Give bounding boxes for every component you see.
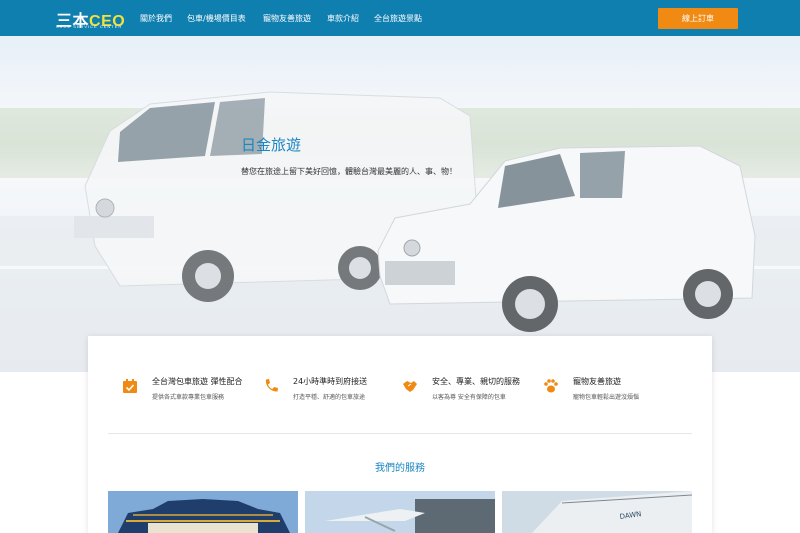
service-card-image-cruise[interactable]: DAWN xyxy=(502,491,692,533)
feature-desc: 以客為尊 安全有保障的包車 xyxy=(432,394,506,401)
hero-vans-image xyxy=(0,36,800,372)
temple-photo xyxy=(108,491,298,533)
feature-desc: 寵物包車輕鬆出遊沒煩惱 xyxy=(573,394,640,401)
feature-desc: 提供各式車款專業包車服務 xyxy=(152,394,225,401)
online-booking-button[interactable]: 線上訂車 xyxy=(658,8,738,29)
nav-item-attractions[interactable]: 全台旅遊景點 xyxy=(374,13,422,24)
section-divider xyxy=(108,433,692,434)
service-card-image-airport[interactable] xyxy=(305,491,495,533)
nav-item-pet-travel[interactable]: 寵物友善旅遊 xyxy=(263,13,311,24)
feature-desc: 打造平穩、舒適的包車旅途 xyxy=(293,394,366,401)
services-heading: 我們的服務 xyxy=(375,463,425,474)
nav-item-about[interactable]: 關於我們 xyxy=(140,13,172,24)
airport-photo xyxy=(305,491,495,533)
handshake-icon xyxy=(403,381,417,392)
calendar-check-icon xyxy=(123,379,137,393)
hero-title: 日金旅遊 xyxy=(241,136,302,154)
feature-title: 寵物友善旅遊 xyxy=(573,377,621,386)
hero-subtitle: 替您在旅途上留下美好回憶，體驗台灣最美麗的人、事、物！ xyxy=(241,167,457,176)
cruise-photo: DAWN xyxy=(502,491,692,533)
top-header: 三本CEO SRCE SERVICE CENTER 關於我們 包車/機場價目表 … xyxy=(0,0,800,36)
feature-title: 24小時準時到府接送 xyxy=(293,377,368,386)
hero-banner: 日金旅遊 替您在旅途上留下美好回憶，體驗台灣最美麗的人、事、物！ xyxy=(0,36,800,372)
feature-title: 安全、專業、親切的服務 xyxy=(432,377,520,386)
service-card-image-temple[interactable] xyxy=(108,491,298,533)
nav-item-vehicles[interactable]: 車款介紹 xyxy=(327,13,359,24)
nav-item-pricing[interactable]: 包車/機場價目表 xyxy=(187,13,246,24)
phone-icon xyxy=(265,379,278,392)
paw-icon xyxy=(544,379,558,393)
feature-title: 全台灣包車旅遊 彈性配合 xyxy=(152,377,243,386)
logo-tagline: SRCE SERVICE CENTER xyxy=(56,24,123,29)
